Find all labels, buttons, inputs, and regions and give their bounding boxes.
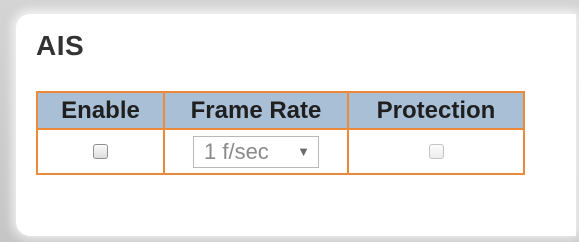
protection-cell <box>347 128 525 175</box>
table-header-row: Enable Frame Rate Protection <box>36 91 525 130</box>
enable-cell <box>36 128 165 175</box>
column-header-frame-rate: Frame Rate <box>163 91 349 130</box>
column-header-protection: Protection <box>347 91 525 130</box>
enable-checkbox[interactable] <box>93 143 108 159</box>
frame-rate-cell: 1 f/sec ▼ <box>163 128 349 175</box>
protection-checkbox[interactable] <box>428 143 444 159</box>
frame-rate-selected-value: 1 f/sec <box>204 138 269 164</box>
section-title: AIS <box>36 30 85 61</box>
ais-config-table: Enable Frame Rate Protection 1 f/sec ▼ <box>36 91 525 175</box>
column-header-enable: Enable <box>36 91 165 130</box>
frame-rate-select[interactable]: 1 f/sec ▼ <box>193 135 319 168</box>
chevron-down-icon: ▼ <box>297 144 310 159</box>
table-row: 1 f/sec ▼ <box>36 128 525 175</box>
screen-background: AIS Enable Frame Rate Protection 1 f/sec… <box>0 0 579 242</box>
